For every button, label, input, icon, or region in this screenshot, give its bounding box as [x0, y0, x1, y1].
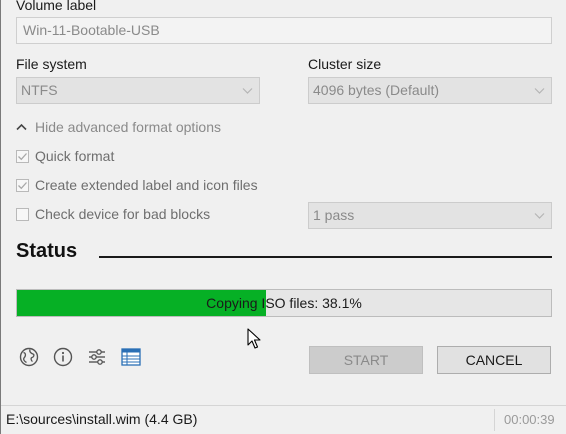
- status-bar-separator: [494, 409, 495, 431]
- start-button[interactable]: START: [309, 346, 423, 374]
- file-system-value: NTFS: [21, 82, 58, 98]
- progress-text: Copying ISO files: 38.1%: [206, 295, 362, 311]
- chevron-up-icon: [16, 123, 27, 131]
- rufus-window: Volume label Win-11-Bootable-USB File sy…: [0, 0, 566, 434]
- bad-blocks-label: Check device for bad blocks: [35, 206, 211, 222]
- volume-label-heading: Volume label: [16, 0, 97, 13]
- elapsed-time: 00:00:39: [504, 412, 555, 427]
- cluster-size-label: Cluster size: [308, 56, 382, 72]
- status-heading: Status: [16, 240, 78, 262]
- info-icon[interactable]: [52, 346, 74, 368]
- checkmark-icon: [16, 178, 29, 192]
- cluster-size-dropdown[interactable]: 4096 bytes (Default): [308, 77, 552, 104]
- mouse-cursor-icon: [247, 328, 261, 349]
- bad-blocks-checkbox[interactable]: Check device for bad blocks: [16, 204, 210, 224]
- cancel-button[interactable]: CANCEL: [437, 346, 551, 374]
- cluster-size-value: 4096 bytes (Default): [313, 82, 440, 98]
- volume-label-input[interactable]: Win-11-Bootable-USB: [16, 17, 552, 44]
- log-table-icon[interactable]: [120, 346, 142, 368]
- extended-label-label: Create extended label and icon files: [35, 177, 258, 193]
- passes-value: 1 pass: [313, 207, 355, 223]
- settings-sliders-icon[interactable]: [86, 346, 108, 368]
- file-system-label: File system: [16, 56, 87, 72]
- status-bar-text: E:\sources\install.wim (4.4 GB): [6, 411, 198, 427]
- globe-icon[interactable]: [18, 346, 40, 368]
- status-divider: [99, 256, 552, 258]
- status-bar: E:\sources\install.wim (4.4 GB) 00:00:39: [1, 405, 566, 434]
- hide-advanced-format-label: Hide advanced format options: [35, 119, 221, 135]
- hide-advanced-format-toggle[interactable]: Hide advanced format options: [16, 117, 221, 137]
- progress-bar: Copying ISO files: 38.1%: [16, 289, 552, 317]
- quick-format-label: Quick format: [35, 148, 115, 164]
- empty-checkbox-icon: [16, 207, 29, 221]
- chevron-down-icon: [534, 213, 545, 219]
- checkmark-icon: [16, 149, 29, 163]
- file-system-dropdown[interactable]: NTFS: [16, 77, 260, 104]
- passes-dropdown[interactable]: 1 pass: [308, 202, 552, 229]
- quick-format-checkbox[interactable]: Quick format: [16, 146, 114, 166]
- chevron-down-icon: [242, 88, 253, 94]
- chevron-down-icon: [534, 88, 545, 94]
- extended-label-checkbox[interactable]: Create extended label and icon files: [16, 175, 258, 195]
